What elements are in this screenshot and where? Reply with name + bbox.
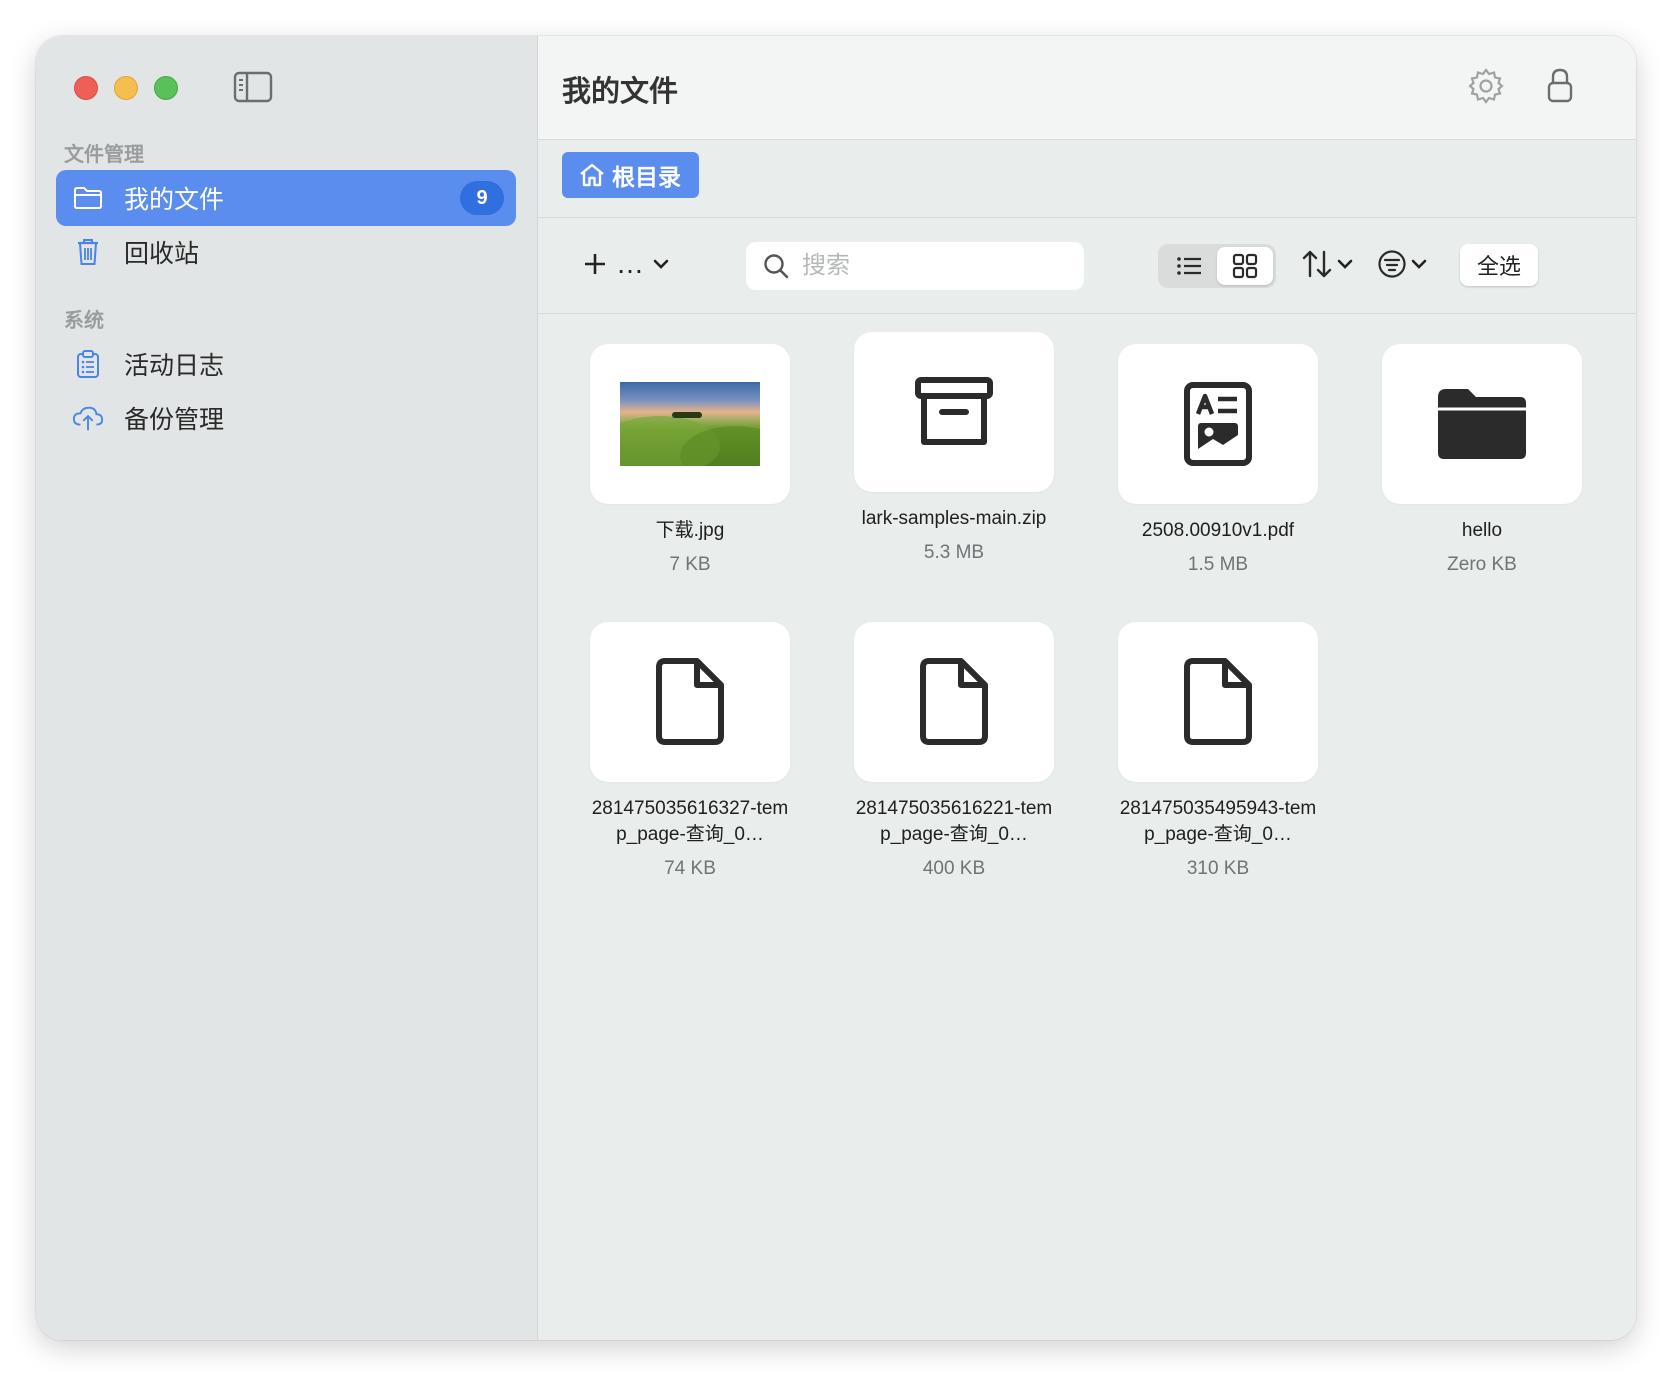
sort-menu-button[interactable] [1300,248,1354,280]
sidebar-toggle-icon[interactable] [232,70,274,104]
filter-icon [1378,250,1406,278]
file-size: 7 KB [669,554,711,575]
view-mode-toggle [1158,244,1276,288]
file-item[interactable]: hello Zero KB [1382,344,1582,576]
clipboard-list-icon [72,348,104,380]
file-item[interactable]: 281475035616327-temp_page-查询_0… 74 KB [590,622,790,880]
file-size: 310 KB [1186,858,1250,879]
file-thumbnail [1118,622,1318,782]
file-name: 281475035495943-temp_page-查询_0… [1119,798,1317,845]
file-thumbnail [854,622,1054,782]
sort-arrows-icon [1302,250,1332,278]
chevron-down-icon [1337,259,1353,269]
new-item-label: … [616,248,644,279]
list-icon [1177,257,1201,275]
grid-icon [1232,253,1258,279]
lock-icon[interactable] [1540,66,1580,106]
sidebar-item-my-files[interactable]: 我的文件 9 [56,170,516,226]
search-icon [764,254,789,279]
trash-icon [72,236,104,268]
sidebar-item-label: 备份管理 [124,406,225,434]
file-size: Zero KB [1447,554,1517,575]
file-count-badge: 9 [460,181,504,215]
file-name: 2508.00910v1.pdf [1141,520,1295,541]
breadcrumb-root-label: 根目录 [612,164,681,190]
document-icon [1184,658,1252,745]
titlebar: 我的文件 [538,36,1636,140]
list-view-button[interactable] [1161,247,1217,285]
breadcrumb-root-button[interactable]: 根目录 [562,152,699,198]
chevron-down-icon [1411,259,1427,269]
file-size: 5.3 MB [923,542,985,563]
cloud-upload-icon [72,402,104,434]
file-item[interactable]: lark-samples-main.zip 5.3 MB [854,332,1054,564]
search-box [746,242,1084,290]
file-thumbnail [1382,344,1582,504]
search-input[interactable] [802,252,1062,280]
landscape-photo-thumbnail [620,382,760,466]
file-name: 281475035616327-temp_page-查询_0… [591,798,789,845]
file-item[interactable]: 281475035616221-temp_page-查询_0… 400 KB [854,622,1054,880]
file-grid: 下载.jpg 7 KB lark-samples-main.zip 5.3 MB… [538,316,1636,1336]
sidebar: 文件管理 我的文件 9 回收站 系统 活动日志 备份管理 [36,36,538,1340]
sidebar-item-activity-log[interactable]: 活动日志 [56,336,516,392]
file-thumbnail [854,332,1054,492]
filter-menu-button[interactable] [1376,248,1428,280]
chevron-down-icon [653,259,669,269]
file-item[interactable]: 281475035495943-temp_page-查询_0… 310 KB [1118,622,1318,880]
gear-icon[interactable] [1466,66,1506,106]
grid-view-button[interactable] [1217,247,1273,285]
toolbar: … 全选 [538,218,1636,314]
page-title: 我的文件 [562,76,679,108]
file-size: 400 KB [922,858,986,879]
home-icon [580,163,604,187]
select-all-button[interactable]: 全选 [1460,244,1538,286]
app-window: 文件管理 我的文件 9 回收站 系统 活动日志 备份管理 我的文件 根目录 … … [36,36,1636,1340]
plus-icon [585,254,605,274]
file-name: 281475035616221-temp_page-查询_0… [855,798,1053,845]
window-controls [74,76,178,100]
section-title-system: 系统 [64,310,104,332]
pdf-document-icon [1184,382,1252,466]
file-name: 下载.jpg [655,520,725,541]
sidebar-item-label: 我的文件 [124,186,225,214]
main-content: 我的文件 根目录 … 搜索 全选 下载.jpg 7 KB lark-sample… [538,36,1636,1340]
sidebar-item-label: 回收站 [124,240,200,268]
breadcrumb: 根目录 [538,140,1636,218]
file-item[interactable]: 2508.00910v1.pdf 1.5 MB [1118,344,1318,576]
sidebar-item-label: 活动日志 [124,352,225,380]
file-name: lark-samples-main.zip [861,508,1047,529]
file-thumbnail [1118,344,1318,504]
close-window-button[interactable] [74,76,98,100]
sidebar-item-trash[interactable]: 回收站 [56,224,516,280]
document-icon [656,658,724,745]
file-size: 74 KB [664,858,716,879]
file-name: hello [1461,520,1503,541]
section-title-files: 文件管理 [64,144,144,166]
folder-icon [1438,389,1526,459]
archive-box-icon [915,377,993,445]
file-thumbnail [590,344,790,504]
folder-icon [72,182,104,214]
zoom-window-button[interactable] [154,76,178,100]
sidebar-item-backup[interactable]: 备份管理 [56,390,516,446]
file-item[interactable]: 下载.jpg 7 KB [590,344,790,576]
file-thumbnail [590,622,790,782]
file-size: 1.5 MB [1187,554,1249,575]
document-icon [920,658,988,745]
minimize-window-button[interactable] [114,76,138,100]
new-item-menu-button[interactable]: … [582,248,670,280]
